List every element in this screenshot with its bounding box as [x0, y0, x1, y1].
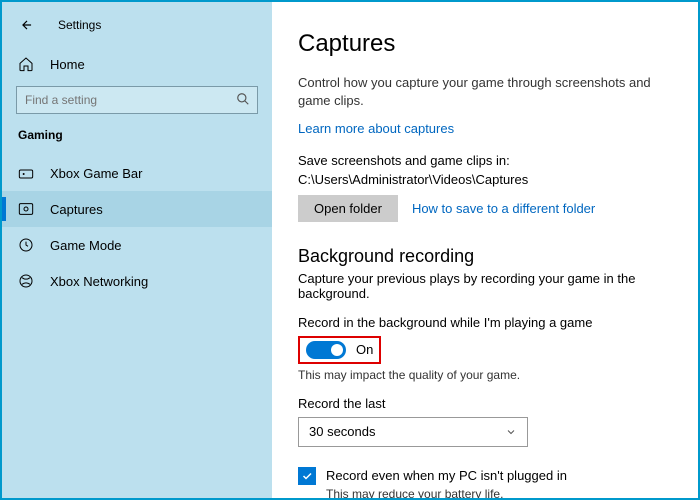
record-unplugged-checkbox[interactable]: [298, 467, 316, 485]
nav-label: Captures: [50, 202, 103, 217]
main-content: Captures Control how you capture your ga…: [272, 2, 698, 498]
settings-title: Settings: [58, 18, 101, 32]
toggle-state-label: On: [356, 342, 373, 357]
record-last-select[interactable]: 30 seconds: [298, 417, 528, 447]
home-icon: [18, 56, 34, 72]
select-value: 30 seconds: [309, 424, 376, 439]
sidebar-home[interactable]: Home: [2, 48, 272, 80]
game-bar-icon: [18, 167, 34, 181]
arrow-left-icon: [20, 18, 34, 32]
save-path-text: Save screenshots and game clips in: C:\U…: [298, 152, 672, 188]
learn-more-link[interactable]: Learn more about captures: [298, 121, 454, 136]
how-to-save-link[interactable]: How to save to a different folder: [412, 201, 595, 216]
sidebar-item-xbox-game-bar[interactable]: Xbox Game Bar: [2, 156, 272, 191]
sidebar-item-captures[interactable]: Captures: [2, 191, 272, 227]
category-label: Gaming: [2, 128, 272, 156]
background-recording-sub: Capture your previous plays by recording…: [298, 271, 672, 301]
page-description: Control how you capture your game throug…: [298, 74, 672, 110]
sidebar: Settings Home Gaming Xbox Game Bar Captu…: [2, 2, 272, 498]
xbox-networking-icon: [18, 273, 34, 289]
open-folder-button[interactable]: Open folder: [298, 195, 398, 222]
page-title: Captures: [298, 30, 672, 58]
home-label: Home: [50, 57, 85, 72]
search-input[interactable]: [16, 86, 258, 114]
sidebar-item-xbox-networking[interactable]: Xbox Networking: [2, 263, 272, 299]
record-unplugged-label: Record even when my PC isn't plugged in: [326, 468, 567, 483]
battery-hint: This may reduce your battery life.: [326, 487, 672, 498]
quality-hint: This may impact the quality of your game…: [298, 368, 672, 382]
captures-icon: [18, 201, 34, 217]
nav-label: Xbox Networking: [50, 274, 148, 289]
back-button[interactable]: [18, 16, 36, 34]
record-background-toggle[interactable]: [306, 341, 346, 359]
record-last-label: Record the last: [298, 396, 672, 411]
record-background-label: Record in the background while I'm playi…: [298, 315, 672, 330]
nav-label: Xbox Game Bar: [50, 166, 143, 181]
search-icon: [236, 92, 250, 106]
chevron-down-icon: [505, 426, 517, 438]
toggle-highlight: On: [298, 336, 381, 364]
background-recording-heading: Background recording: [298, 246, 672, 267]
sidebar-item-game-mode[interactable]: Game Mode: [2, 227, 272, 263]
check-icon: [301, 470, 313, 482]
game-mode-icon: [18, 237, 34, 253]
nav-label: Game Mode: [50, 238, 122, 253]
